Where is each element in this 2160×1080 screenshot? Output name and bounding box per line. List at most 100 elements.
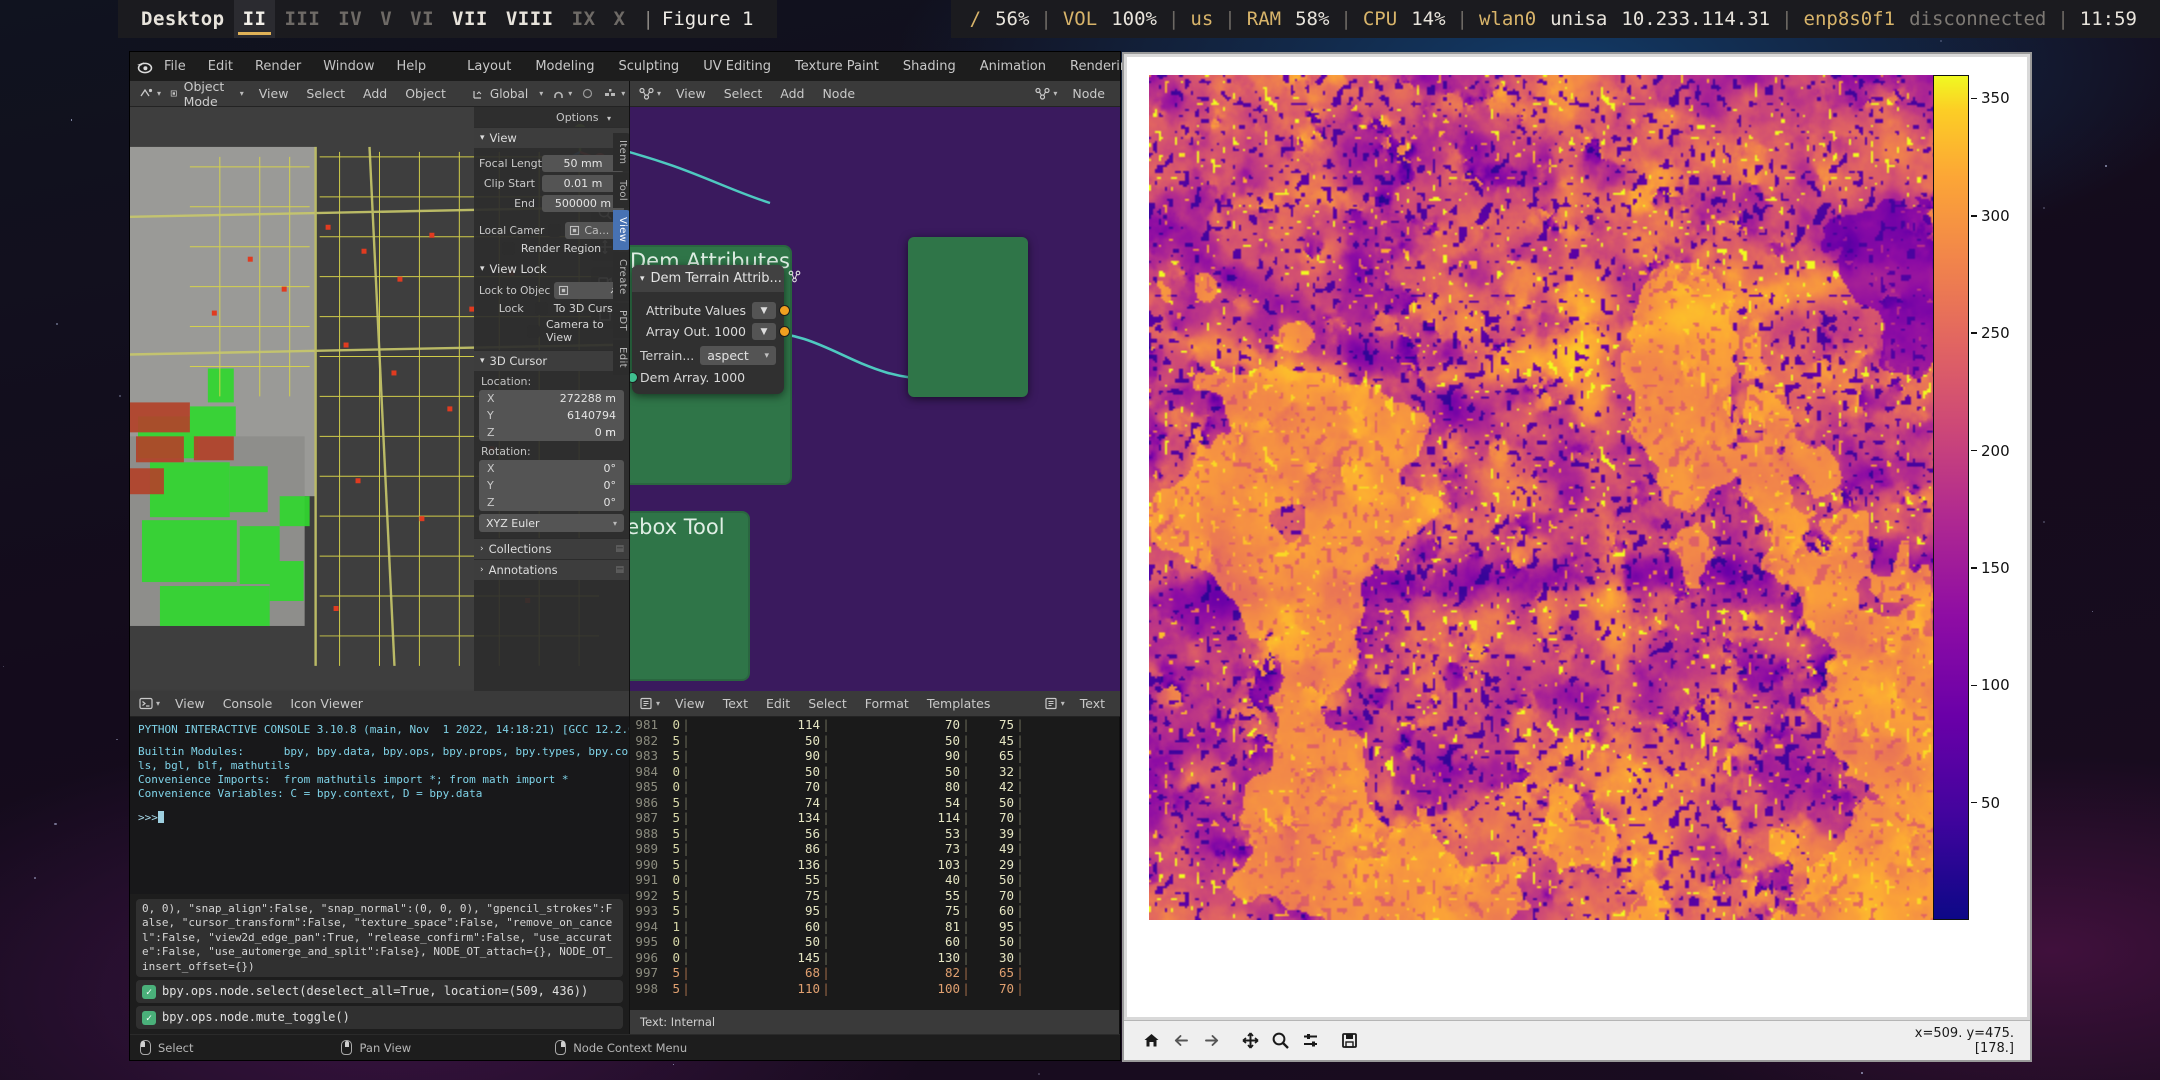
cursor-z-value[interactable]: 0 m xyxy=(554,424,624,441)
workspace-iv[interactable]: IV xyxy=(329,0,371,38)
console-menu-view[interactable]: View xyxy=(166,691,214,717)
mode-selector[interactable]: Object Mode ▾ xyxy=(167,79,250,109)
viewport-canvas[interactable]: Options ▾ ▾ View ▤ Focal Length xyxy=(130,107,629,691)
menu-window[interactable]: Window xyxy=(312,52,385,81)
cursor-location-fields[interactable]: X 272288 m Y 6140794 m Z 0 m xyxy=(479,390,624,441)
transform-orientation-selector[interactable]: Global ▾ xyxy=(469,84,549,104)
text-editor-row[interactable]: 986 5 | 74 | 54 | 50 | xyxy=(630,795,1119,811)
sidebar-tab-view[interactable]: View xyxy=(613,210,629,250)
text-editor-row[interactable]: 990 5 | 136 | 103 | 29 | xyxy=(630,857,1119,873)
node-canvas[interactable]: Dem Attributes tebox Tool ▾ Dem Terrain … xyxy=(630,107,1120,691)
tab-modeling[interactable]: Modeling xyxy=(523,52,606,81)
tab-sculpting[interactable]: Sculpting xyxy=(606,52,691,81)
info-truncated-entry[interactable]: 0, 0), "snap_align":False, "snap_normal"… xyxy=(136,898,623,977)
text-menu-text[interactable]: Text xyxy=(714,691,757,717)
node-dem-terrain-attributes[interactable]: ▾ Dem Terrain Attrib... Attribute Values… xyxy=(630,265,801,394)
console-menu-console[interactable]: Console xyxy=(214,691,282,717)
proportional-edit-icon[interactable] xyxy=(578,84,600,104)
python-console-editor[interactable]: ▾ View Console Icon Viewer PYTHON INTERA… xyxy=(130,691,630,1034)
viewport-menu-view[interactable]: View xyxy=(250,81,298,107)
node-input-dem-array[interactable]: Dem Array. 1000 xyxy=(630,370,776,385)
info-editor[interactable]: 0, 0), "snap_align":False, "snap_normal"… xyxy=(130,893,629,1034)
workspace-vi[interactable]: VI xyxy=(401,0,443,38)
tab-animation[interactable]: Animation xyxy=(968,52,1058,81)
text-editor-row[interactable]: 991 0 | 55 | 40 | 50 | xyxy=(630,872,1119,888)
text-editor-row[interactable]: 996 0 | 145 | 130 | 30 | xyxy=(630,950,1119,966)
node-header[interactable]: ▾ Dem Terrain Attrib... xyxy=(632,265,801,292)
field-lock-to-object[interactable]: Lock to Objec xyxy=(479,282,624,299)
workspace-v[interactable]: V xyxy=(371,0,401,38)
rotation-y-value[interactable]: 0° xyxy=(554,477,624,494)
node-menu-add[interactable]: Add xyxy=(771,81,813,107)
tab-uv-editing[interactable]: UV Editing xyxy=(691,52,783,81)
node-menu-node-right[interactable]: Node xyxy=(1063,81,1114,107)
console-header[interactable]: ▾ View Console Icon Viewer xyxy=(130,691,629,717)
text-editor-row[interactable]: 997 5 | 68 | 82 | 65 | xyxy=(630,965,1119,981)
npanel-scroll[interactable]: ▾ View ▤ Focal Length 50 mm Clip xyxy=(474,127,629,691)
matplotlib-navigation-toolbar[interactable]: x=509. y=475. [178.] xyxy=(1124,1020,2030,1060)
menu-file[interactable]: File xyxy=(153,52,197,81)
clip-start-value[interactable]: 0.01 m xyxy=(542,174,624,192)
sidebar-tab-tool[interactable]: Tool xyxy=(613,173,629,209)
lock-to-cursor-toggle[interactable] xyxy=(534,302,548,315)
workspace-vii[interactable]: VII xyxy=(443,0,497,38)
camera-to-view-toggle[interactable] xyxy=(527,324,540,338)
viewport-menu-object[interactable]: Object xyxy=(396,81,455,107)
zoom-icon[interactable] xyxy=(1265,1026,1295,1056)
text-editor-row[interactable]: 995 0 | 50 | 60 | 50 | xyxy=(630,934,1119,950)
workspace-ii[interactable]: II xyxy=(233,0,276,38)
socket-array-out[interactable] xyxy=(779,326,790,337)
console-output[interactable]: PYTHON INTERACTIVE CONSOLE 3.10.8 (main,… xyxy=(130,717,629,894)
node-editor-type-icon[interactable]: ▾ xyxy=(636,84,667,104)
text-editor-row[interactable]: 989 5 | 86 | 73 | 49 | xyxy=(630,841,1119,857)
menu-edit[interactable]: Edit xyxy=(197,52,244,81)
text-editor-row[interactable]: 984 0 | 50 | 50 | 32 | xyxy=(630,764,1119,780)
render-region-toggle[interactable] xyxy=(501,242,515,255)
text-editor-content[interactable]: 981 0 | 114 | 70 | 75 | 982 5 | 50 | 50 | 45 | 983 5 | 90 | 90 |… xyxy=(630,717,1119,1010)
info-operator-row[interactable]: ✓ bpy.ops.node.mute_toggle() xyxy=(136,1006,623,1029)
snap-magnet-icon[interactable]: ▾ xyxy=(549,84,578,104)
sidebar-tab-pdt[interactable]: PDT xyxy=(613,303,629,339)
field-camera-to-view[interactable]: Camera to View xyxy=(479,318,624,344)
text-editor-header[interactable]: ▾ View Text Edit Select Format Templates… xyxy=(630,691,1120,717)
editor-type-icon[interactable]: ▾ xyxy=(136,84,167,104)
sidebar-tab-item[interactable]: Item xyxy=(613,133,629,172)
rotation-mode-dropdown[interactable]: XYZ Euler ▾ xyxy=(479,514,624,532)
viewport-menu-select[interactable]: Select xyxy=(297,81,354,107)
node-editor-type-icon-right[interactable]: ▾ xyxy=(1032,84,1063,104)
tab-shading[interactable]: Shading xyxy=(891,52,968,81)
npanel-options-row[interactable]: Options ▾ xyxy=(474,107,629,127)
field-clip-end[interactable]: End 500000 m xyxy=(479,194,624,212)
text-menu-edit[interactable]: Edit xyxy=(757,691,799,717)
text-editor-row[interactable]: 983 5 | 90 | 90 | 65 | xyxy=(630,748,1119,764)
cursor-location-z[interactable]: Z 0 m xyxy=(479,424,624,441)
text-editor[interactable]: ▾ View Text Edit Select Format Templates… xyxy=(630,691,1120,1034)
cursor-rotation-z[interactable]: Z 0° xyxy=(479,494,624,511)
info-operator-row[interactable]: ✓ bpy.ops.node.select(deselect_all=True,… xyxy=(136,980,623,1003)
terrain-property-select[interactable]: aspect ▾ xyxy=(700,346,776,365)
rotation-x-value[interactable]: 0° xyxy=(554,460,624,477)
console-editor-type-icon[interactable]: ▾ xyxy=(136,694,166,714)
npanel-section-annotations[interactable]: › Annotations ▤ xyxy=(474,559,629,580)
node-menu-select[interactable]: Select xyxy=(715,81,772,107)
socket-dem-array[interactable] xyxy=(630,372,638,383)
tab-layout[interactable]: Layout xyxy=(455,52,523,81)
raster-axes[interactable] xyxy=(1149,75,1939,920)
console-menu-icon-viewer[interactable]: Icon Viewer xyxy=(281,691,372,717)
forward-arrow-icon[interactable] xyxy=(1196,1026,1226,1056)
workspace-iii[interactable]: III xyxy=(275,0,329,38)
sidebar-tab-strip[interactable]: Item Tool View Create PDT Edit xyxy=(613,133,629,376)
text-editor-row[interactable]: 981 0 | 114 | 70 | 75 | xyxy=(630,717,1119,733)
node-editor-header[interactable]: ▾ View Select Add Node ▾ Node xyxy=(630,81,1120,107)
npanel-section-collections[interactable]: › Collections ▤ xyxy=(474,538,629,559)
node-output-attribute-values[interactable]: Attribute Values ▼ xyxy=(640,302,790,319)
local-camera-toggle[interactable] xyxy=(548,224,562,237)
geometry-node-editor[interactable]: ▾ View Select Add Node ▾ Node Dem Attrib… xyxy=(630,81,1120,691)
sidebar-tab-create[interactable]: Create xyxy=(613,251,629,302)
rotation-z-value[interactable]: 0° xyxy=(554,494,624,511)
figure-canvas[interactable]: 50 100 150 200 250 300 350 xyxy=(1127,57,2027,1017)
node-output-array-out[interactable]: Array Out. 1000 ▼ xyxy=(640,323,790,340)
text-editor-row[interactable]: 992 5 | 75 | 55 | 70 | xyxy=(630,888,1119,904)
console-prompt-line[interactable]: >>> xyxy=(138,811,621,825)
back-arrow-icon[interactable] xyxy=(1166,1026,1196,1056)
